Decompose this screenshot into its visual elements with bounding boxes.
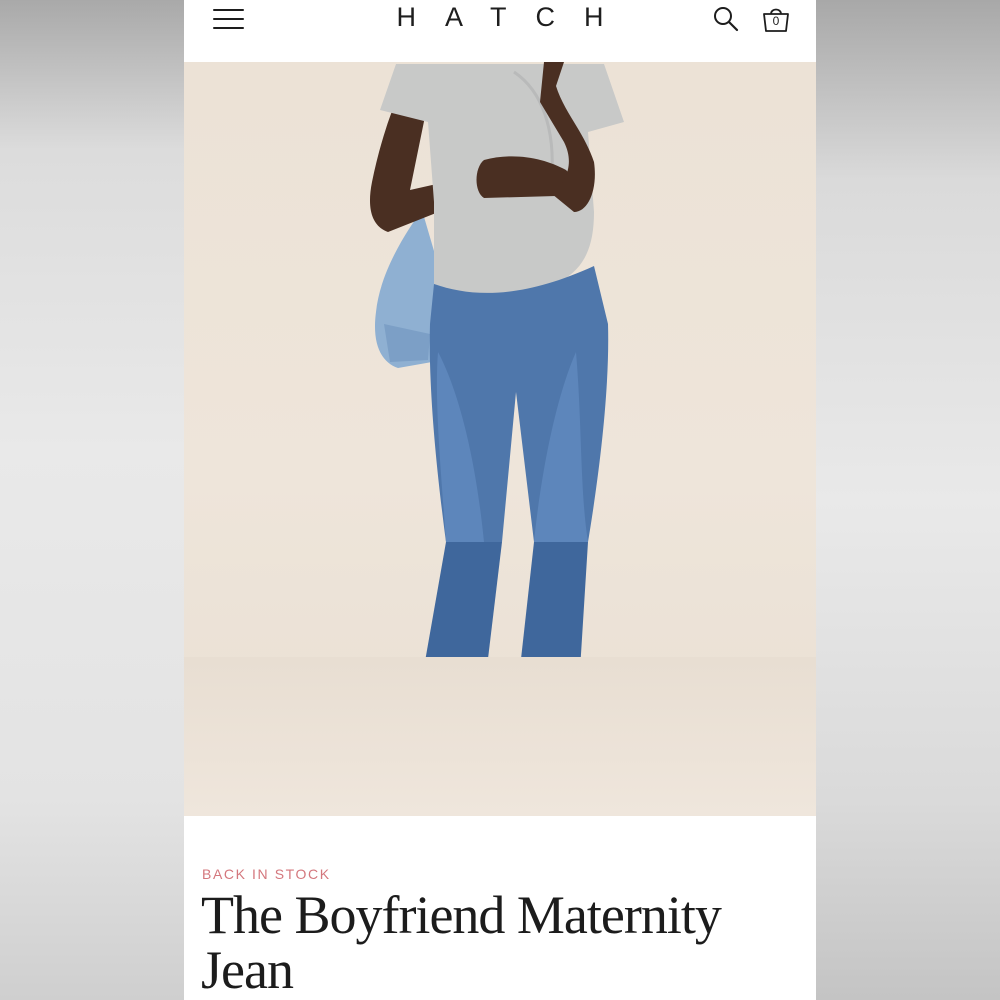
- product-hero-image[interactable]: [184, 62, 816, 816]
- backdrop-right: [816, 0, 1000, 1000]
- back-in-stock-badge: BACK IN STOCK: [202, 866, 331, 882]
- phone-screen: HATCH 0 BACK IN STOCK The Boyfriend Mate…: [184, 0, 816, 1000]
- site-header: HATCH 0: [184, 0, 816, 62]
- floor-backdrop: [184, 657, 816, 816]
- search-icon[interactable]: [712, 5, 740, 33]
- shopping-bag-icon[interactable]: 0: [760, 4, 794, 34]
- cart-count-badge: 0: [772, 14, 780, 28]
- product-title: The Boyfriend Maternity Jean: [201, 885, 722, 1000]
- backdrop-left: [0, 0, 184, 1000]
